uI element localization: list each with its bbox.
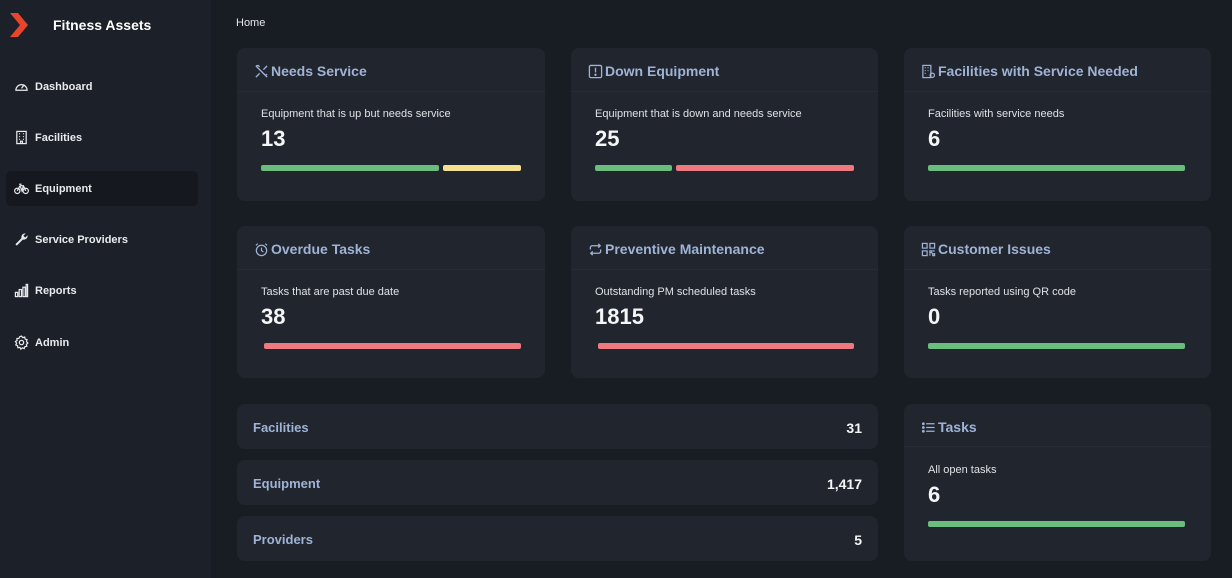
card-header: Customer Issues (904, 226, 1211, 270)
bicycle-icon (13, 181, 29, 197)
card-value: 25 (595, 126, 620, 151)
brand[interactable]: Fitness Assets (8, 12, 151, 38)
sidebar-item-label: Equipment (35, 182, 92, 195)
progress-bar (264, 343, 521, 349)
progress-bar (928, 521, 1185, 527)
wrench-icon (13, 232, 29, 248)
alarm-clock-icon (253, 241, 269, 257)
sidebar-item-label: Service Providers (35, 233, 128, 246)
qr-code-icon (920, 241, 936, 257)
card-header: Overdue Tasks (237, 226, 545, 270)
card-header: Down Equipment (571, 48, 878, 92)
card-down-equipment[interactable]: Down Equipment Equipment that is down an… (571, 48, 878, 201)
progress-segment-needs-service (443, 165, 521, 171)
card-description: All open tasks (928, 464, 997, 476)
card-description: Outstanding PM scheduled tasks (595, 286, 756, 298)
exclamation-square-icon (587, 63, 603, 79)
card-title: Overdue Tasks (271, 241, 371, 257)
app-title: Fitness Assets (53, 17, 152, 33)
sidebar-item-equipment[interactable]: Equipment (6, 171, 198, 206)
sidebar-item-service-providers[interactable]: Service Providers (6, 222, 198, 257)
card-preventive-maintenance[interactable]: Preventive Maintenance Outstanding PM sc… (571, 226, 878, 378)
progress-segment-up (261, 165, 439, 171)
progress-bar (598, 343, 854, 349)
card-facilities-service[interactable]: Facilities with Service Needed Facilitie… (904, 48, 1211, 201)
bar-chart-icon (13, 283, 29, 299)
card-description: Equipment that is up but needs service (261, 108, 451, 120)
card-value: 6 (928, 482, 941, 507)
list-icon (920, 419, 936, 435)
card-header: Preventive Maintenance (571, 226, 878, 270)
sidebar-item-reports[interactable]: Reports (6, 273, 198, 308)
summary-value: 1,417 (826, 476, 862, 492)
sidebar-item-facilities[interactable]: Facilities (6, 120, 198, 155)
card-tasks[interactable]: Tasks All open tasks 6 (904, 404, 1211, 561)
summary-row-providers[interactable]: Providers 5 (237, 516, 878, 561)
card-description: Tasks that are past due date (261, 286, 400, 298)
repeat-icon (587, 241, 603, 257)
tools-icon (253, 63, 269, 79)
card-title: Customer Issues (938, 241, 1051, 257)
card-title: Facilities with Service Needed (938, 63, 1138, 79)
gear-icon (13, 335, 29, 351)
card-description: Tasks reported using QR code (928, 286, 1076, 298)
progress-bar (928, 343, 1185, 349)
sidebar: Fitness Assets Dashboard Facilities Equi… (0, 0, 211, 578)
sidebar-item-dashboard[interactable]: Dashboard (6, 69, 198, 104)
dashboard-gauge-icon (13, 79, 29, 95)
card-value: 13 (261, 126, 286, 151)
sidebar-item-label: Reports (35, 284, 77, 297)
card-header: Needs Service (237, 48, 545, 92)
building-icon (13, 130, 29, 146)
card-value: 6 (928, 126, 941, 151)
sidebar-item-admin[interactable]: Admin (6, 325, 198, 360)
card-value: 1815 (595, 304, 644, 329)
summary-value: 31 (846, 420, 862, 436)
sidebar-item-label: Dashboard (35, 80, 93, 93)
card-header: Tasks (904, 404, 1211, 447)
card-title: Tasks (938, 419, 977, 435)
card-customer-issues[interactable]: Customer Issues Tasks reported using QR … (904, 226, 1211, 378)
progress-bar (928, 165, 1185, 171)
card-header: Facilities with Service Needed (904, 48, 1211, 92)
building-gear-icon (920, 63, 936, 79)
card-value: 38 (261, 304, 286, 329)
summary-row-facilities[interactable]: Facilities 31 (237, 404, 878, 449)
card-needs-service[interactable]: Needs Service Equipment that is up but n… (237, 48, 545, 201)
card-title: Preventive Maintenance (605, 241, 765, 257)
card-description: Facilities with service needs (928, 108, 1065, 120)
summary-value: 5 (854, 532, 862, 548)
card-overdue-tasks[interactable]: Overdue Tasks Tasks that are past due da… (237, 226, 545, 378)
sidebar-item-label: Facilities (35, 131, 83, 144)
logo-chevron-icon (10, 13, 28, 37)
card-title: Needs Service (271, 63, 367, 79)
card-description: Equipment that is down and needs service (595, 108, 802, 120)
sidebar-item-label: Admin (35, 336, 70, 349)
summary-label: Facilities (253, 420, 309, 435)
summary-label: Providers (253, 532, 313, 547)
card-value: 0 (928, 304, 941, 329)
progress-segment-down (676, 165, 854, 171)
progress-segment-up (595, 165, 672, 171)
summary-row-equipment[interactable]: Equipment 1,417 (237, 460, 878, 505)
breadcrumb[interactable]: Home (236, 17, 265, 29)
card-title: Down Equipment (605, 63, 720, 79)
summary-label: Equipment (253, 476, 321, 491)
